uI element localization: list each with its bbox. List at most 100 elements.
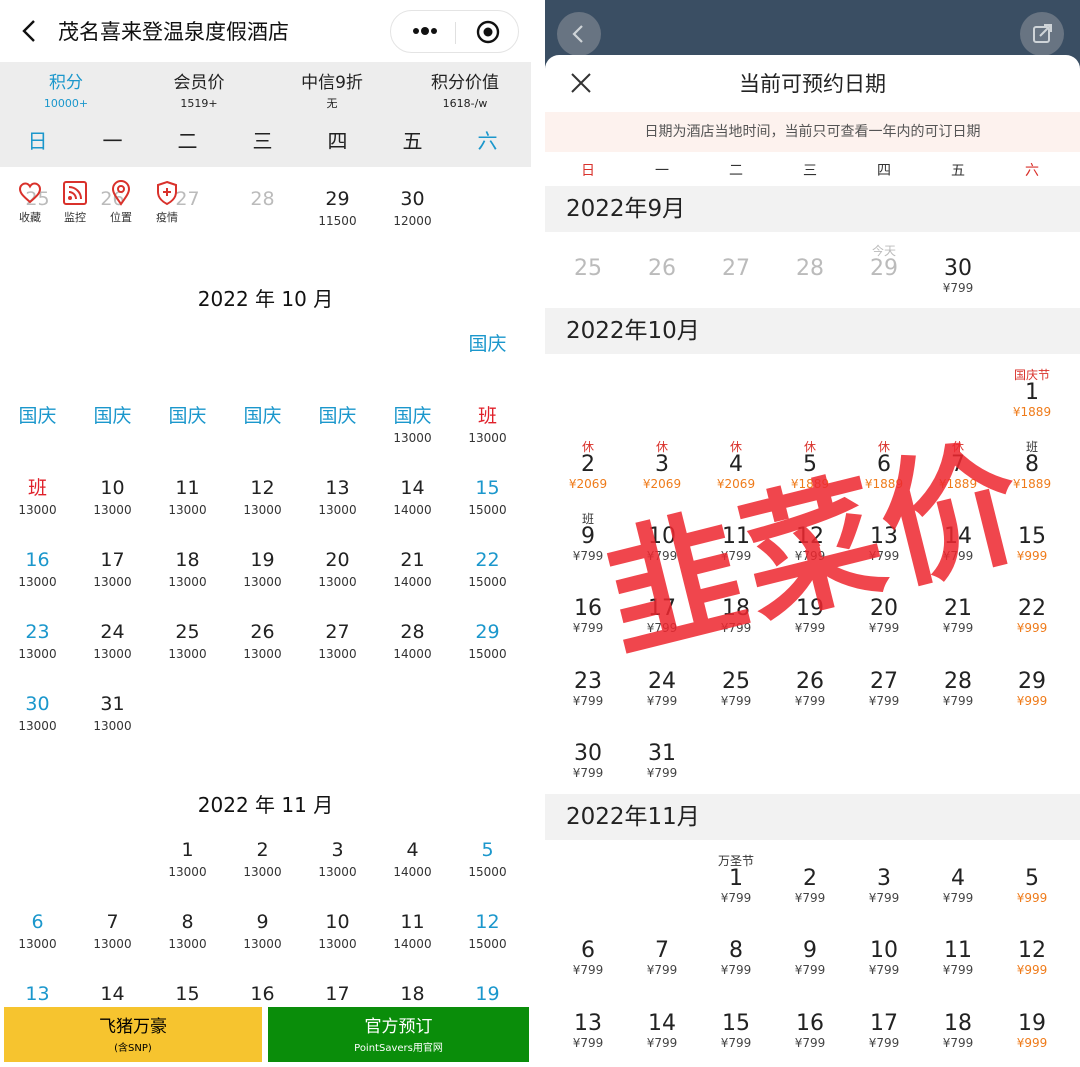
date-cell[interactable]: 29 11500 <box>300 190 375 228</box>
date-cell[interactable]: 国庆 <box>0 407 75 426</box>
date-cell[interactable]: 28 14000 <box>375 623 450 661</box>
date-cell[interactable]: 16 13000 <box>0 551 75 589</box>
date-cell[interactable]: 3 ¥799 <box>847 854 921 905</box>
date-cell[interactable]: 19 ¥799 <box>773 584 847 635</box>
date-cell[interactable]: 休 5 ¥1889 <box>773 440 847 490</box>
date-cell[interactable]: 18 <box>375 985 450 1004</box>
date-cell[interactable]: 10 ¥799 <box>625 512 699 563</box>
action-rss[interactable]: 监控 <box>54 180 96 225</box>
share-button[interactable] <box>1020 12 1064 56</box>
date-cell[interactable]: 7 13000 <box>75 913 150 951</box>
date-cell[interactable]: 14 <box>75 985 150 1004</box>
date-cell[interactable]: 28 ¥799 <box>921 657 995 708</box>
metric-1[interactable]: 会员价 1519+ <box>133 72 265 112</box>
date-cell[interactable]: 20 ¥799 <box>847 584 921 635</box>
date-cell[interactable]: 2 13000 <box>225 841 300 879</box>
date-cell[interactable]: 11 14000 <box>375 913 450 951</box>
date-cell[interactable]: 12 15000 <box>450 913 525 951</box>
date-cell[interactable]: 19 <box>450 985 525 1004</box>
date-cell[interactable]: 21 ¥799 <box>921 584 995 635</box>
date-cell[interactable]: 31 ¥799 <box>625 729 699 780</box>
date-cell[interactable]: 12 ¥999 <box>995 926 1069 977</box>
date-cell[interactable]: 休 7 ¥1889 <box>921 440 995 490</box>
date-cell[interactable]: 30 ¥799 <box>551 729 625 780</box>
date-cell[interactable]: 6 ¥799 <box>551 926 625 977</box>
date-cell[interactable]: 23 ¥799 <box>551 657 625 708</box>
date-cell[interactable]: 国庆 <box>150 407 225 426</box>
date-cell[interactable]: 9 ¥799 <box>773 926 847 977</box>
date-cell[interactable]: 28 <box>225 190 300 209</box>
date-cell[interactable]: 15 <box>150 985 225 1004</box>
action-location[interactable]: 位置 <box>100 180 142 225</box>
official-booking-button[interactable]: 官方预订 PointSavers用官网 <box>268 1007 529 1062</box>
date-cell[interactable]: 30 13000 <box>0 695 75 733</box>
date-cell[interactable]: 30 ¥799 <box>921 244 995 295</box>
date-cell[interactable]: 万圣节 1 ¥799 <box>699 854 773 904</box>
date-cell[interactable]: 6 13000 <box>0 913 75 951</box>
date-cell[interactable]: 18 ¥799 <box>699 584 773 635</box>
date-cell[interactable]: 2 ¥799 <box>773 854 847 905</box>
date-cell[interactable]: 8 ¥799 <box>699 926 773 977</box>
date-cell[interactable]: 14 14000 <box>375 479 450 517</box>
date-cell[interactable]: 16 <box>225 985 300 1004</box>
date-cell[interactable]: 13 ¥799 <box>551 999 625 1050</box>
date-cell[interactable]: 17 ¥799 <box>625 584 699 635</box>
date-cell[interactable]: 29 15000 <box>450 623 525 661</box>
date-cell[interactable]: 班 13000 <box>0 479 75 517</box>
date-cell[interactable]: 28 <box>773 244 847 280</box>
action-heart[interactable]: 收藏 <box>9 180 51 225</box>
close-target-icon[interactable] <box>475 19 501 45</box>
date-cell[interactable]: 15 15000 <box>450 479 525 517</box>
date-cell[interactable]: 1 13000 <box>150 841 225 879</box>
date-cell[interactable]: 4 14000 <box>375 841 450 879</box>
date-cell[interactable]: 班 9 ¥799 <box>551 512 625 562</box>
date-cell[interactable]: 29 ¥999 <box>995 657 1069 708</box>
date-cell[interactable]: 27 <box>699 244 773 280</box>
date-cell[interactable]: 11 ¥799 <box>699 512 773 563</box>
date-cell[interactable]: 19 ¥999 <box>995 999 1069 1050</box>
date-cell[interactable]: 25 <box>551 244 625 280</box>
date-cell[interactable]: 21 14000 <box>375 551 450 589</box>
date-cell[interactable]: 12 13000 <box>225 479 300 517</box>
date-cell[interactable]: 4 ¥799 <box>921 854 995 905</box>
date-cell[interactable]: 8 13000 <box>150 913 225 951</box>
date-cell[interactable]: 13 ¥799 <box>847 512 921 563</box>
date-cell[interactable]: 国庆 13000 <box>375 407 450 445</box>
date-cell[interactable]: 11 13000 <box>150 479 225 517</box>
date-cell[interactable]: 31 13000 <box>75 695 150 733</box>
date-cell[interactable]: 班 8 ¥1889 <box>995 440 1069 490</box>
date-cell[interactable]: 22 ¥999 <box>995 584 1069 635</box>
metric-2[interactable]: 中信9折无 <box>266 72 398 112</box>
date-cell[interactable]: 10 13000 <box>75 479 150 517</box>
date-cell[interactable]: 30 12000 <box>375 190 450 228</box>
date-cell[interactable]: 27 13000 <box>300 623 375 661</box>
date-cell[interactable]: 休 2 ¥2069 <box>551 440 625 490</box>
date-cell[interactable]: 5 ¥999 <box>995 854 1069 905</box>
date-cell[interactable]: 国庆节 1 ¥1889 <box>995 368 1069 418</box>
date-cell[interactable]: 25 ¥799 <box>699 657 773 708</box>
date-cell[interactable]: 17 ¥799 <box>847 999 921 1050</box>
date-cell[interactable]: 23 13000 <box>0 623 75 661</box>
date-cell[interactable]: 17 <box>300 985 375 1004</box>
date-cell[interactable]: 19 13000 <box>225 551 300 589</box>
metric-3[interactable]: 积分价值 1618-/w <box>399 72 531 112</box>
date-cell[interactable]: 7 ¥799 <box>625 926 699 977</box>
action-shield-plus[interactable]: 疫情 <box>146 180 188 225</box>
date-cell[interactable]: 休 4 ¥2069 <box>699 440 773 490</box>
date-cell[interactable]: 15 ¥999 <box>995 512 1069 563</box>
date-cell[interactable]: 休 3 ¥2069 <box>625 440 699 490</box>
date-cell[interactable]: 27 ¥799 <box>847 657 921 708</box>
date-cell[interactable]: 26 ¥799 <box>773 657 847 708</box>
date-cell[interactable]: 15 ¥799 <box>699 999 773 1050</box>
date-cell[interactable]: 5 15000 <box>450 841 525 879</box>
date-cell[interactable]: 10 ¥799 <box>847 926 921 977</box>
date-cell[interactable]: 20 13000 <box>300 551 375 589</box>
date-cell[interactable]: 26 13000 <box>225 623 300 661</box>
date-cell[interactable]: 14 ¥799 <box>921 512 995 563</box>
back-button[interactable] <box>557 12 601 56</box>
date-cell[interactable]: 24 13000 <box>75 623 150 661</box>
date-cell[interactable]: 18 ¥799 <box>921 999 995 1050</box>
date-cell[interactable]: 18 13000 <box>150 551 225 589</box>
date-cell[interactable]: 国庆 <box>225 407 300 426</box>
date-cell[interactable]: 22 15000 <box>450 551 525 589</box>
